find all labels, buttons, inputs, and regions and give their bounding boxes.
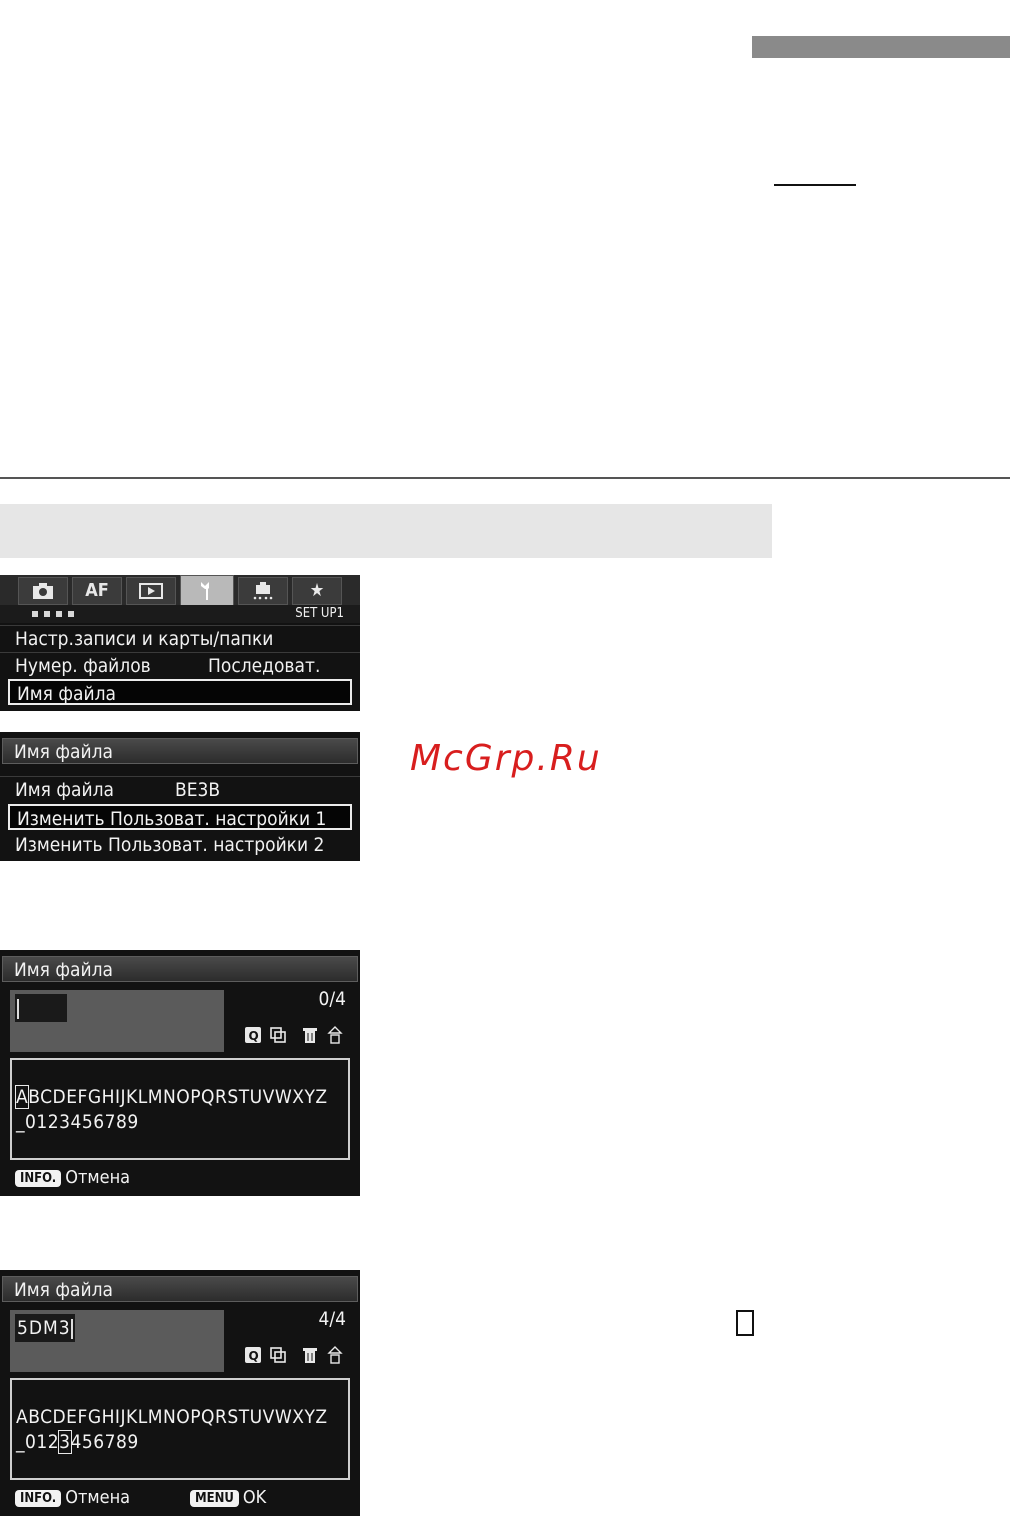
tab-setup[interactable] (180, 575, 234, 607)
menu-item-change-user-setting-2[interactable]: Изменить Пользоват. настройки 2 (0, 832, 360, 858)
page-label: SET UP1 (295, 606, 344, 621)
q-switch-icon: Q (245, 1027, 261, 1043)
section-divider (0, 477, 1010, 479)
tab-af[interactable]: AF (72, 577, 122, 605)
page-dot (56, 611, 62, 617)
menu-button[interactable]: MENU (190, 1489, 239, 1507)
menu-item-value: Последоват. (208, 655, 321, 677)
palette-row-digits: _0123456789 (16, 1430, 139, 1454)
menu-item-label: Изменить Пользоват. настройки 2 (15, 834, 325, 856)
edit-icons: Q (244, 1026, 346, 1045)
menu-item-label: Имя файла (15, 779, 114, 801)
page-dot (44, 611, 50, 617)
menu-item-label: Имя файла (17, 683, 116, 705)
swap-icon (269, 1347, 286, 1363)
filename-input[interactable] (10, 990, 224, 1052)
palette-digits-post: 456789 (70, 1431, 139, 1453)
delete-all-icon (327, 1026, 343, 1044)
section-heading-band (0, 504, 772, 558)
q-switch-icon: Q (245, 1347, 261, 1363)
svg-text:Q: Q (249, 1349, 259, 1363)
menu-item-value: BE3B (175, 779, 221, 801)
watermark: McGrp.Ru (410, 738, 602, 779)
palette-letters: BCDEFGHIJKLMNOPQRSTUVWXYZ (28, 1086, 328, 1108)
tab-custom-functions[interactable] (238, 577, 288, 605)
custom-camera-icon (253, 582, 273, 600)
screen-title: Имя файла (2, 738, 358, 764)
screen-title: Имя файла (2, 1276, 358, 1302)
info-button[interactable]: INFO. (15, 1169, 62, 1187)
char-counter: 0/4 (318, 988, 346, 1010)
setup-menu-screen: AF ★ SET UP1 Настр.записи и карты/папки … (0, 575, 360, 711)
palette-cursor[interactable]: A (14, 1085, 30, 1109)
filename-input-text: 5DM3 (15, 1314, 75, 1342)
trash-icon (303, 1028, 318, 1043)
page-dot (68, 611, 74, 617)
menu-item-label: Изменить Пользоват. настройки 1 (17, 808, 327, 830)
page-indicator-bar: SET UP1 (0, 605, 360, 623)
play-icon (139, 583, 163, 599)
character-palette[interactable]: ABCDEFGHIJKLMNOPQRSTUVWXYZ _0123456789 (10, 1058, 350, 1160)
palette-row-letters: ABCDEFGHIJKLMNOPQRSTUVWXYZ (14, 1085, 328, 1109)
char-counter: 4/4 (318, 1308, 346, 1330)
character-palette[interactable]: ABCDEFGHIJKLMNOPQRSTUVWXYZ _0123456789 (10, 1378, 350, 1480)
small-box-symbol (736, 1310, 754, 1336)
menu-item-change-user-setting-1[interactable]: Изменить Пользоват. настройки 1 (8, 804, 352, 830)
edit-icons: Q (244, 1346, 346, 1365)
tab-shooting[interactable] (18, 577, 68, 605)
bottom-help: INFO. Отмена (15, 1168, 130, 1188)
tab-playback[interactable] (126, 577, 176, 605)
palette-cursor[interactable]: 3 (58, 1430, 72, 1454)
menu-item-file-name[interactable]: Имя файла BE3B (0, 776, 360, 802)
screen-title: Имя файла (2, 956, 358, 982)
palette-row-digits: _0123456789 (16, 1111, 139, 1133)
underline-rule (774, 184, 856, 186)
delete-all-icon (327, 1346, 343, 1364)
filename-value: 5DM3 (17, 1317, 71, 1339)
palette-digits-pre: _012 (16, 1431, 60, 1453)
header-bar (752, 36, 1010, 58)
text-caret (17, 998, 19, 1019)
camera-icon (33, 583, 53, 599)
ok-label: OK (242, 1487, 267, 1508)
wrench-icon (201, 582, 209, 600)
menu-item-label: Настр.записи и карты/папки (15, 628, 274, 650)
swap-icon (269, 1027, 286, 1043)
text-caret (70, 1318, 73, 1339)
cancel-label: Отмена (65, 1487, 131, 1508)
menu-item-file-name[interactable]: Имя файла (8, 679, 352, 705)
menu-item-record-card-folder[interactable]: Настр.записи и карты/папки (0, 625, 360, 651)
tab-my-menu[interactable]: ★ (292, 577, 342, 605)
file-name-menu-screen: Имя файла Имя файла BE3B Изменить Пользо… (0, 732, 360, 861)
menu-tabs: AF ★ (0, 575, 360, 607)
palette-row-letters: ABCDEFGHIJKLMNOPQRSTUVWXYZ (16, 1406, 328, 1428)
filename-input[interactable]: 5DM3 (10, 1310, 224, 1372)
info-button[interactable]: INFO. (15, 1489, 62, 1507)
svg-text:Q: Q (249, 1029, 259, 1043)
trash-icon (303, 1348, 318, 1363)
file-name-entry-screen-empty: Имя файла 0/4 Q ABCDEFGHIJKLMNOPQRSTUVWX… (0, 950, 360, 1196)
bottom-help: INFO. Отмена (15, 1488, 130, 1508)
file-name-entry-screen-filled: Имя файла 5DM3 4/4 Q ABCDEFGHIJKLMNOPQRS… (0, 1270, 360, 1516)
filename-input-text (15, 994, 67, 1022)
bottom-help-ok: MENU OK (190, 1488, 266, 1508)
menu-item-file-numbering[interactable]: Нумер. файлов Последоват. (0, 652, 360, 678)
page-dot (32, 611, 38, 617)
cancel-label: Отмена (65, 1167, 131, 1188)
menu-item-label: Нумер. файлов (15, 655, 151, 677)
